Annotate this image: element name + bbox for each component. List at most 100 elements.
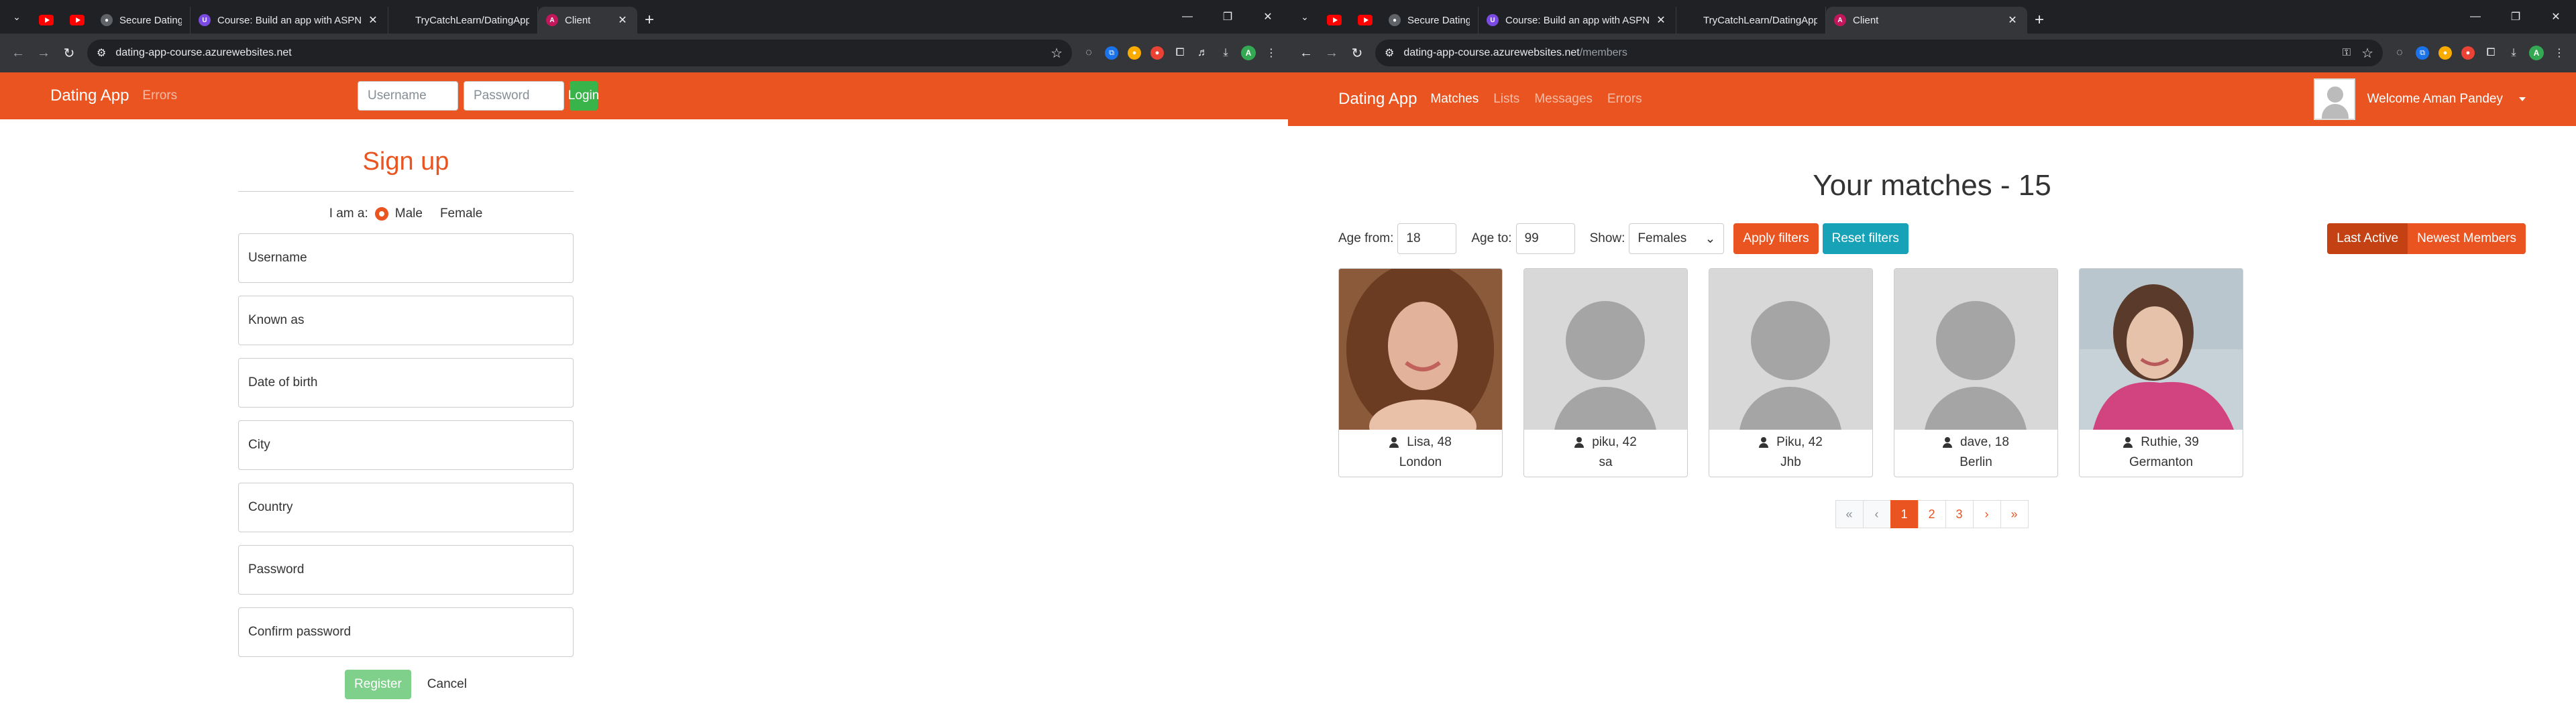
profile-avatar[interactable]: A [2525, 40, 2548, 66]
tab[interactable]: TryCatchLearn/DatingApp [388, 7, 538, 34]
more-menu-icon[interactable]: ⋮ [1260, 40, 1283, 66]
last-active-button[interactable]: Last Active [2327, 223, 2408, 254]
nav-link-errors[interactable]: Errors [142, 88, 177, 103]
tab-search-icon[interactable]: ⌄ [7, 7, 27, 27]
password-input[interactable]: Password [464, 81, 564, 111]
country-field[interactable]: Country [238, 483, 574, 532]
nav-link-errors[interactable]: Errors [1607, 92, 1642, 107]
close-tab-icon[interactable]: ✕ [1654, 13, 1668, 27]
pinned-tab-youtube-2[interactable] [1350, 7, 1381, 34]
male-label[interactable]: Male [395, 206, 423, 221]
age-from-input[interactable]: 18 [1397, 223, 1457, 254]
extension-icon[interactable]: ◌ [2388, 40, 2411, 66]
new-tab-button[interactable]: + [637, 7, 661, 34]
extension-icon[interactable]: ⧉ [1100, 40, 1123, 66]
pagination-previous[interactable]: ‹ [1862, 500, 1891, 528]
extension-icon[interactable]: ◌ [1077, 40, 1100, 66]
close-tab-icon[interactable]: ✕ [366, 13, 380, 27]
pinned-tab-youtube-1[interactable] [31, 7, 62, 34]
brand-logo[interactable]: Dating App [50, 86, 129, 105]
tab[interactable]: ● Secure Dating Platform Overvie [1381, 7, 1479, 34]
pagination-next[interactable]: › [1972, 500, 2001, 528]
cancel-button[interactable]: Cancel [427, 677, 467, 692]
member-photo[interactable] [1524, 269, 1687, 430]
member-card[interactable]: Ruthie, 39 Germanton [2079, 268, 2243, 477]
close-window-icon[interactable]: ✕ [1248, 0, 1288, 34]
tab[interactable]: TryCatchLearn/DatingApp [1676, 7, 1826, 34]
username-input[interactable]: Username [358, 81, 458, 111]
pagination-page-2[interactable]: 2 [1917, 500, 1946, 528]
tab[interactable]: U Course: Build an app with ASPN ✕ [191, 7, 388, 34]
tab-search-icon[interactable]: ⌄ [1295, 7, 1315, 27]
gender-select[interactable]: Females ⌄ [1629, 223, 1725, 254]
tab[interactable]: U Course: Build an app with ASPN ✕ [1479, 7, 1676, 34]
member-card[interactable]: Piku, 42 Jhb [1709, 268, 1873, 477]
profile-avatar[interactable]: A [1237, 40, 1260, 66]
register-button[interactable]: Register [345, 670, 411, 699]
member-photo[interactable] [1339, 269, 1502, 430]
female-label[interactable]: Female [440, 206, 482, 221]
user-menu[interactable]: Welcome Aman Pandey [2313, 78, 2526, 120]
close-tab-icon[interactable]: ✕ [2006, 13, 2019, 27]
nav-link-lists[interactable]: Lists [1493, 92, 1519, 107]
caret-down-icon[interactable] [2519, 97, 2526, 101]
member-card[interactable]: piku, 42 sa [1523, 268, 1688, 477]
extensions-puzzle-icon[interactable]: ⧠ [1169, 40, 1191, 66]
site-info-icon[interactable]: ⚙ [97, 46, 106, 60]
date-of-birth-field[interactable]: Date of birth [238, 358, 574, 408]
extension-icon[interactable]: ⧉ [2411, 40, 2434, 66]
extension-icon[interactable]: ● [2434, 40, 2457, 66]
member-card[interactable]: Lisa, 48 London [1338, 268, 1503, 477]
address-bar[interactable]: ⚙ dating-app-course.azurewebsites.net ☆ [87, 40, 1072, 66]
minimize-icon[interactable]: — [1167, 0, 1208, 34]
back-icon[interactable]: ← [1293, 40, 1319, 66]
extensions-puzzle-icon[interactable]: ⧠ [2479, 40, 2502, 66]
nav-link-matches[interactable]: Matches [1430, 92, 1479, 107]
age-to-input[interactable]: 99 [1515, 223, 1575, 254]
member-card[interactable]: dave, 18 Berlin [1894, 268, 2058, 477]
male-radio[interactable] [374, 207, 388, 221]
newest-members-button[interactable]: Newest Members [2408, 223, 2526, 254]
download-icon[interactable]: ⤓ [2502, 40, 2525, 66]
login-button[interactable]: Login [568, 81, 599, 111]
reset-filters-button[interactable]: Reset filters [1822, 223, 1909, 254]
password-field[interactable]: Password [238, 545, 574, 595]
password-key-icon[interactable]: ⚿ [2343, 47, 2351, 59]
confirm-password-field[interactable]: Confirm password [238, 607, 574, 657]
nav-link-messages[interactable]: Messages [1534, 92, 1593, 107]
reload-icon[interactable]: ↻ [56, 40, 82, 66]
forward-icon[interactable]: → [1319, 40, 1344, 66]
member-photo[interactable] [1894, 269, 2057, 430]
tab[interactable]: ● Secure Dating Platform Overvie [93, 7, 191, 34]
username-field[interactable]: Username [238, 233, 574, 283]
pinned-tab-youtube-2[interactable] [62, 7, 93, 34]
forward-icon[interactable]: → [31, 40, 56, 66]
avatar[interactable] [2313, 78, 2355, 120]
member-photo[interactable] [2080, 269, 2243, 430]
apply-filters-button[interactable]: Apply filters [1733, 223, 1819, 254]
extension-icon[interactable]: ● [1146, 40, 1169, 66]
known-as-field[interactable]: Known as [238, 296, 574, 345]
pagination-first[interactable]: « [1835, 500, 1864, 528]
media-icon[interactable]: ♬ [1191, 40, 1214, 66]
minimize-icon[interactable]: — [2455, 0, 2496, 34]
reload-icon[interactable]: ↻ [1344, 40, 1370, 66]
site-info-icon[interactable]: ⚙ [1385, 46, 1394, 60]
restore-icon[interactable]: ❐ [1208, 0, 1248, 34]
pagination-page-1[interactable]: 1 [1890, 500, 1919, 528]
tab-active[interactable]: A Client ✕ [1826, 7, 2027, 34]
pagination-last[interactable]: » [2000, 500, 2029, 528]
download-icon[interactable]: ⤓ [1214, 40, 1237, 66]
new-tab-button[interactable]: + [2027, 7, 2051, 34]
address-bar[interactable]: ⚙ dating-app-course.azurewebsites.net /m… [1375, 40, 2383, 66]
restore-icon[interactable]: ❐ [2496, 0, 2536, 34]
brand-logo[interactable]: Dating App [1338, 90, 1417, 109]
close-tab-icon[interactable]: ✕ [616, 13, 629, 27]
close-window-icon[interactable]: ✕ [2536, 0, 2576, 34]
pinned-tab-youtube-1[interactable] [1319, 7, 1350, 34]
bookmark-star-icon[interactable]: ☆ [1051, 45, 1063, 62]
bookmark-star-icon[interactable]: ☆ [2361, 45, 2373, 62]
pagination-page-3[interactable]: 3 [1945, 500, 1974, 528]
back-icon[interactable]: ← [5, 40, 31, 66]
tab-active[interactable]: A Client ✕ [538, 7, 637, 34]
